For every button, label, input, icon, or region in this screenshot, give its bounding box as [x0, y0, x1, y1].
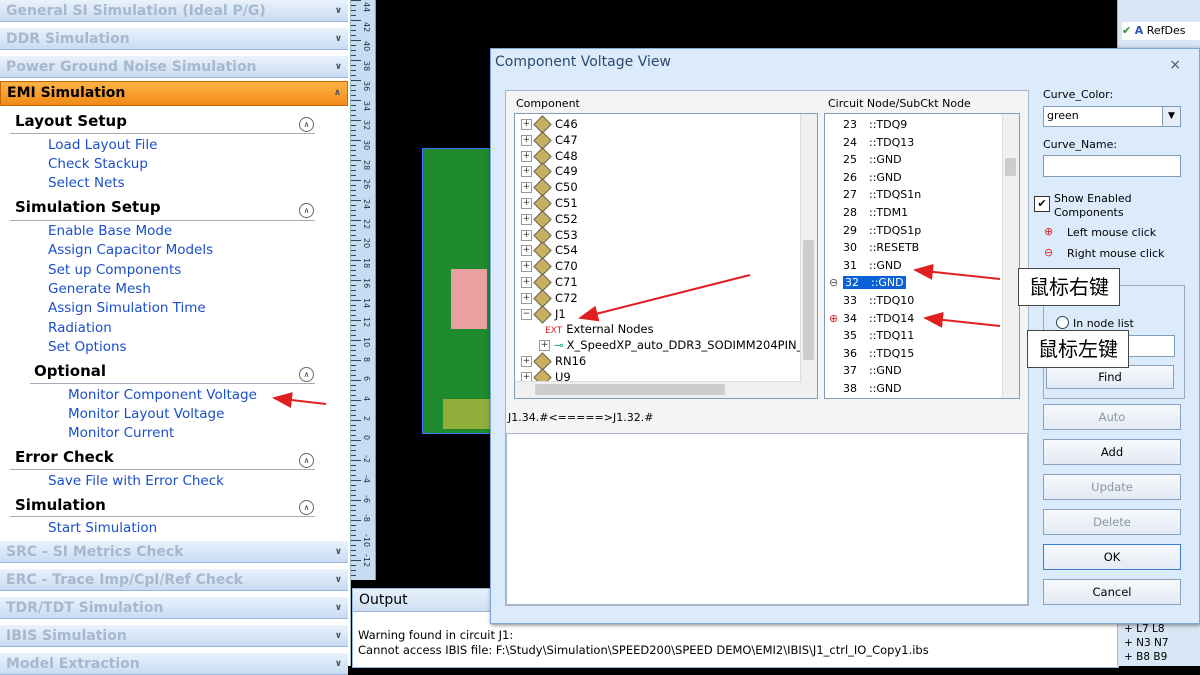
annotation-arrows	[272, 263, 1001, 409]
arrow-to-node-34	[923, 311, 1001, 328]
arrow-to-external-nodes	[578, 274, 751, 322]
arrow-to-node-32	[913, 263, 1001, 280]
arrow-to-monitor-component-voltage	[272, 392, 327, 409]
